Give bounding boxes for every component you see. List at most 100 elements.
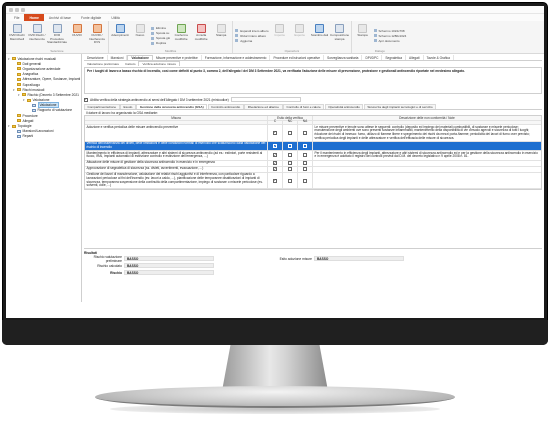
- category-tab-2[interactable]: Gestione della sicurezza antincendio (GS…: [136, 104, 208, 109]
- tab-3[interactable]: Misure preventive e protettive: [153, 55, 202, 60]
- ribbon-tab-file[interactable]: File: [9, 14, 24, 21]
- collapse-icon: [235, 34, 239, 37]
- c-checkbox[interactable]: ✓: [273, 161, 277, 166]
- scambio-dati-button[interactable]: Scambio dati: [311, 22, 329, 49]
- nc-checkbox[interactable]: [288, 144, 292, 149]
- espandi-albero-button[interactable]: Espandi intero albero: [235, 29, 269, 33]
- ribbon-tab-archivi-di-base[interactable]: Archivi di base: [44, 14, 76, 21]
- table-row[interactable]: Gestione dei lavori di manutenzione, val…: [85, 172, 541, 190]
- nc-checkbox[interactable]: [288, 178, 292, 183]
- ribbon-tab-home[interactable]: Home: [24, 14, 44, 21]
- composizione-stampa-button[interactable]: Composizione stampa: [330, 22, 349, 49]
- conferma-modifiche-button[interactable]: Conferma modifiche: [172, 22, 190, 49]
- category-tab-3[interactable]: Controllo antincendio: [207, 104, 244, 109]
- notes-cell[interactable]: Per il mantenimento in efficienza degli …: [313, 151, 541, 159]
- expand-icon: [235, 29, 239, 32]
- subtab-0[interactable]: Valutazione preliminare: [84, 61, 122, 66]
- tab-6[interactable]: Sorveglianza sanitaria: [324, 55, 363, 60]
- group-label: Operazioni: [284, 49, 300, 53]
- expand-toggle-icon[interactable]: ▾: [18, 93, 21, 97]
- dvr-procedure-button[interactable]: DVR Procedure Standardizzate: [47, 22, 67, 49]
- table-row[interactable]: Verifica dell'osservanza dei divieti, de…: [85, 141, 541, 152]
- tree-item-label: Valutazione: [37, 102, 59, 109]
- na-checkbox[interactable]: [303, 144, 307, 149]
- apri-documento-button[interactable]: Apri documento: [373, 39, 407, 43]
- strategy-field[interactable]: [230, 97, 301, 102]
- notes-cell[interactable]: Le misure preventive e tenute sono attes…: [313, 125, 541, 141]
- notes-cell[interactable]: [313, 142, 541, 150]
- nuovo-button[interactable]: Nuovo: [131, 22, 149, 49]
- c-checkbox[interactable]: ✓: [273, 167, 277, 172]
- category-tab-0[interactable]: Compartimentazione: [84, 104, 120, 109]
- sposta-giu-button[interactable]: Sposta giù: [151, 36, 170, 40]
- category-tab-5[interactable]: Controllo di fumi e calore: [283, 104, 325, 109]
- ribbon-tab-fonte-digitale[interactable]: Fonte digitale: [76, 14, 106, 21]
- stampa-button[interactable]: Stampa: [354, 22, 372, 49]
- table-row[interactable]: Adozione e verifica periodica delle misu…: [85, 125, 541, 142]
- notes-cell[interactable]: [313, 167, 541, 172]
- duvri-interferenze-button[interactable]: DUVRI / Interferenze DVS: [88, 22, 106, 49]
- tab-4[interactable]: Formazione, informazione e addestramento: [202, 55, 271, 60]
- elimina-button[interactable]: Elimina: [151, 26, 170, 30]
- tab-5[interactable]: Procedure ed istruzioni operative: [270, 55, 325, 60]
- c-checkbox[interactable]: ✓: [273, 130, 277, 135]
- riduci-albero-button[interactable]: Riduci intero albero: [235, 34, 268, 38]
- dvr-rischi-button[interactable]: DVR Rischi Macrolivell: [8, 22, 26, 49]
- expand-toggle-icon[interactable]: ▾: [8, 57, 11, 61]
- tab-10[interactable]: Tavole & Grafica: [424, 55, 454, 60]
- subtab-2[interactable]: Verifica adozione misure: [138, 61, 181, 66]
- category-tab-6[interactable]: Operatività antincendio: [324, 104, 364, 109]
- tree-item[interactable]: Reparti: [6, 134, 81, 139]
- notes-cell[interactable]: [313, 161, 541, 166]
- category-tab-1[interactable]: Esodo: [120, 104, 136, 109]
- tab-1[interactable]: Mansioni: [108, 55, 128, 60]
- adempimenti-button[interactable]: Adempimenti: [111, 22, 129, 49]
- tree-item[interactable]: ▾ Rischio (Decreto 3 Settembre 2021: [6, 92, 81, 97]
- tab-8[interactable]: Segnaletica: [382, 55, 407, 60]
- tree-item-label: Sopralluogo: [22, 82, 41, 87]
- c-checkbox[interactable]: ✓: [273, 178, 277, 183]
- schermo-1280-button[interactable]: Schermo 1280x1024: [373, 34, 406, 38]
- tab-0[interactable]: Descrizione: [84, 55, 108, 60]
- tree-item-label: Attrezzature, Opere, Sostanze, Impianti: [22, 77, 81, 82]
- tab-2[interactable]: Valutazione: [127, 55, 153, 60]
- c-checkbox[interactable]: ✓: [273, 144, 277, 149]
- na-checkbox[interactable]: [303, 178, 307, 183]
- expand-toggle-icon[interactable]: ▾: [23, 98, 26, 102]
- nc-checkbox[interactable]: [288, 153, 292, 158]
- schermo-1024-button[interactable]: Schermo 1024x768: [373, 29, 407, 33]
- category-tab-4[interactable]: Rivelazione ed allarme: [244, 104, 283, 109]
- esporta-button[interactable]: Esporta: [291, 22, 309, 49]
- redo-icon[interactable]: [21, 7, 25, 12]
- strategy-checkbox[interactable]: ✓: [84, 97, 88, 102]
- na-cell: [298, 125, 313, 141]
- na-checkbox[interactable]: [303, 153, 307, 158]
- nc-checkbox[interactable]: [288, 167, 292, 172]
- c-checkbox[interactable]: ✓: [273, 153, 277, 158]
- expand-toggle-icon[interactable]: ▾: [13, 88, 16, 92]
- na-checkbox[interactable]: [303, 161, 307, 166]
- tab-7[interactable]: DPI/DPC: [362, 55, 383, 60]
- stampa-modifica-button[interactable]: Stampa: [212, 22, 230, 49]
- save-icon[interactable]: [9, 7, 13, 12]
- aggiorna-button[interactable]: Aggiorna: [235, 39, 268, 43]
- expand-toggle-icon[interactable]: ▾: [8, 124, 11, 128]
- importa-button[interactable]: Importa: [271, 22, 289, 49]
- undo-icon[interactable]: [15, 7, 19, 12]
- duplica-button[interactable]: Duplica: [151, 41, 170, 45]
- tab-9[interactable]: Allegati: [406, 55, 424, 60]
- na-checkbox[interactable]: [303, 167, 307, 172]
- dvr-interferenze-button[interactable]: DVR Rischi / interferenze: [28, 22, 46, 49]
- nc-checkbox[interactable]: [288, 161, 292, 166]
- nc-checkbox[interactable]: [288, 130, 292, 135]
- subtab-1[interactable]: Calcolo: [122, 61, 138, 66]
- c-cell: ✓: [268, 172, 283, 189]
- sposta-su-button[interactable]: Sposta su: [151, 31, 170, 35]
- na-checkbox[interactable]: [303, 130, 307, 135]
- tree-item-label: Rapporto di valutazione: [37, 108, 73, 113]
- category-tab-7[interactable]: Sicurezza degli impianti tecnologici e d…: [363, 104, 437, 109]
- annulla-modifiche-button[interactable]: Annulla modifiche: [192, 22, 210, 49]
- duvri-button[interactable]: DUVRI: [68, 22, 86, 49]
- notes-cell[interactable]: [313, 173, 541, 189]
- ribbon-tab-utilit-[interactable]: Utilità: [106, 14, 124, 21]
